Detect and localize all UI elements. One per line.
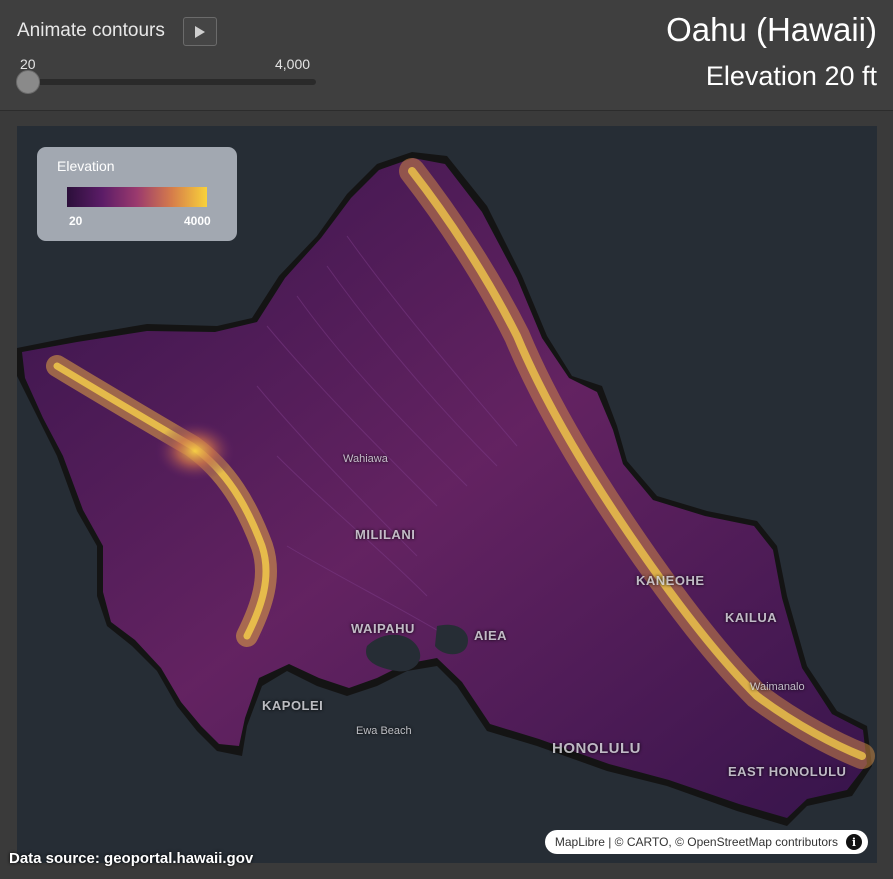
info-icon[interactable]: i: [846, 834, 862, 850]
place-label-mililani: MILILANI: [355, 527, 416, 542]
place-label-east-honolulu: EAST HONOLULU: [728, 764, 847, 779]
legend-color-ramp: [67, 187, 207, 207]
place-label-waimanalo: Waimanalo: [750, 681, 805, 693]
place-label-kaneohe: KANEOHE: [636, 573, 705, 588]
map-canvas[interactable]: Elevation 20 4000 Wahiawa MILILANI WAIPA…: [17, 126, 877, 863]
place-label-kapolei: KAPOLEI: [262, 698, 324, 713]
map-attribution[interactable]: MapLibre | © CARTO, © OpenStreetMap cont…: [544, 830, 868, 854]
play-icon: [195, 25, 205, 38]
elevation-slider-thumb[interactable]: [16, 70, 40, 94]
legend-max-label: 4000: [184, 214, 211, 228]
data-source-credit: Data source: geoportal.hawaii.gov: [9, 850, 254, 867]
low-elevation-contours: [22, 158, 867, 818]
elevation-readout: Elevation 20 ft: [705, 61, 877, 91]
control-panel: Animate contours 20 4,000 Oahu (Hawaii) …: [0, 0, 893, 111]
slider-max-label: 4,000: [275, 56, 311, 72]
map-title: Oahu (Hawaii): [666, 11, 877, 48]
place-label-waipahu: WAIPAHU: [351, 621, 415, 636]
place-label-kailua: KAILUA: [725, 610, 778, 625]
elevation-slider-track[interactable]: [20, 79, 316, 85]
animate-contours-label: Animate contours: [17, 20, 165, 41]
play-button[interactable]: [183, 17, 217, 46]
place-label-wahiawa: Wahiawa: [343, 453, 388, 465]
legend-min-label: 20: [69, 214, 83, 228]
legend-title: Elevation: [57, 158, 115, 174]
elevation-legend: Elevation 20 4000: [37, 147, 237, 241]
place-label-aiea: AIEA: [474, 628, 508, 643]
attribution-text[interactable]: MapLibre | © CARTO, © OpenStreetMap cont…: [555, 835, 838, 849]
place-label-honolulu: HONOLULU: [552, 740, 641, 757]
place-label-ewa-beach: Ewa Beach: [356, 725, 412, 737]
